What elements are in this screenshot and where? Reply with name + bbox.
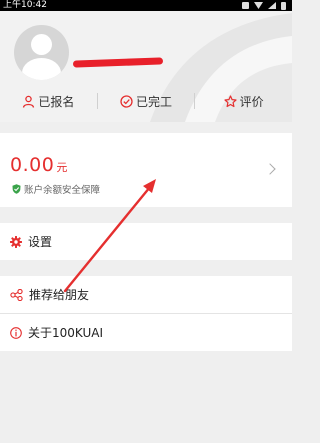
balance-safety-note: 账户余额安全保障	[12, 182, 100, 196]
order-tabs: 已报名 已完工 评价	[0, 90, 292, 112]
tab-completed[interactable]: 已完工	[96, 93, 195, 109]
status-icons	[242, 1, 286, 10]
info-icon	[10, 326, 22, 339]
star-icon	[224, 94, 237, 107]
shield-check-icon	[12, 184, 21, 194]
avatar[interactable]	[14, 25, 69, 80]
signal-icon	[268, 2, 276, 9]
tab-review[interactable]: 评价	[194, 93, 292, 109]
status-bar: 上午10:42	[0, 0, 292, 11]
tab-signed-up-label: 已报名	[38, 94, 75, 109]
balance-amount: 0.00 元	[10, 154, 68, 176]
gear-icon	[10, 235, 22, 248]
check-circle-icon	[120, 94, 133, 108]
tab-review-label: 评价	[239, 94, 264, 109]
menu-recommend-label: 推荐给朋友	[29, 288, 90, 302]
share-icon	[10, 288, 23, 301]
menu-item-settings[interactable]: 设置	[0, 223, 292, 260]
status-time: 上午10:42	[3, 0, 47, 10]
balance-unit: 元	[56, 161, 68, 174]
battery-icon	[281, 1, 286, 10]
safety-text: 账户余额安全保障	[24, 185, 101, 196]
menu-about-label: 关于100KUAI	[28, 326, 103, 340]
default-avatar-icon	[31, 34, 52, 55]
tab-signed-up[interactable]: 已报名	[0, 93, 97, 109]
balance-value: 0.00	[10, 154, 55, 176]
menu-item-about[interactable]: 关于100KUAI	[0, 314, 292, 351]
menu-settings-label: 设置	[28, 235, 53, 249]
chevron-right-icon	[264, 163, 276, 175]
profile-header: 已报名 已完工 评价	[0, 11, 292, 122]
tab-completed-label: 已完工	[136, 94, 173, 109]
person-icon	[23, 95, 35, 108]
balance-card[interactable]: 0.00 元 账户余额安全保障	[0, 133, 292, 207]
menu-item-recommend[interactable]: 推荐给朋友	[0, 276, 292, 314]
wifi-icon	[254, 2, 263, 9]
notification-icon	[242, 2, 249, 9]
